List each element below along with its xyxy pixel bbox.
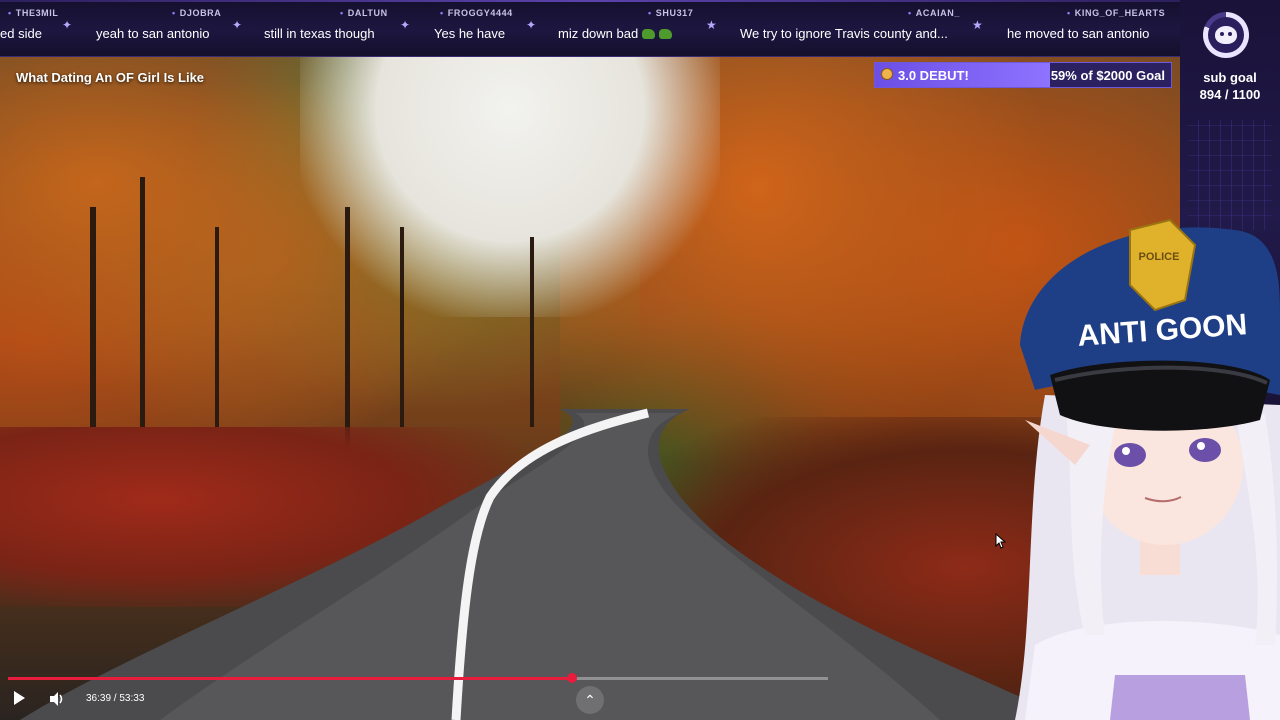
star-icon: ★ bbox=[972, 18, 983, 32]
chat-ticker: THE3MIL ed side ✦ DJOBRA yeah to san ant… bbox=[0, 0, 1180, 57]
chat-username: DJOBRA bbox=[172, 8, 221, 18]
chevron-up-icon[interactable]: ⌃ bbox=[576, 686, 604, 714]
star-icon: ★ bbox=[706, 18, 717, 32]
video-progress-bar[interactable] bbox=[8, 673, 828, 683]
chat-username: ACAIAN_ bbox=[908, 8, 960, 18]
vtuber-avatar: POLICE ANTI GOON bbox=[1015, 218, 1280, 720]
separator-icon: ✦ bbox=[232, 18, 243, 32]
volume-icon[interactable] bbox=[48, 690, 66, 708]
separator-icon: ✦ bbox=[62, 18, 73, 32]
play-icon[interactable] bbox=[14, 691, 25, 705]
chat-text: he moved to san antonio bbox=[1007, 26, 1150, 41]
sub-goal-label: sub goal bbox=[1203, 70, 1257, 85]
video-progress-fill bbox=[8, 677, 573, 680]
separator-icon: ✦ bbox=[526, 18, 537, 32]
video-title: What Dating An OF Girl Is Like bbox=[16, 70, 205, 85]
debut-goal-text: 59% of $2000 Goal bbox=[1050, 68, 1165, 83]
chat-text: yeah to san antonio bbox=[96, 26, 210, 41]
chat-username: SHU317 bbox=[648, 8, 693, 18]
chat-username: DALTUN bbox=[340, 8, 388, 18]
road bbox=[20, 408, 1070, 720]
sub-goal-count: 894 / 1100 bbox=[1199, 87, 1261, 102]
debut-goal-bar: 3.0 DEBUT! 59% of $2000 Goal bbox=[874, 62, 1172, 88]
sub-goal-icon bbox=[1203, 12, 1249, 58]
chat-text: miz down bad bbox=[558, 26, 673, 41]
cursor-icon bbox=[995, 533, 1007, 549]
chat-username: THE3MIL bbox=[8, 8, 58, 18]
frog-emote-icon bbox=[659, 29, 673, 39]
coin-icon bbox=[881, 68, 893, 80]
chat-text: Yes he have bbox=[434, 26, 506, 41]
chat-text: still in texas though bbox=[264, 26, 375, 41]
debut-label: 3.0 DEBUT! bbox=[898, 68, 969, 83]
video-player[interactable] bbox=[0, 57, 1180, 720]
separator-icon: ✦ bbox=[400, 18, 411, 32]
chat-text: ed side bbox=[0, 26, 42, 41]
chat-text: We try to ignore Travis county and... bbox=[740, 26, 948, 41]
frog-emote-icon bbox=[642, 29, 656, 39]
video-time: 36:39 / 53:33 bbox=[86, 693, 145, 704]
police-badge-text: POLICE bbox=[1139, 251, 1180, 263]
chat-username: FROGGY4444 bbox=[440, 8, 513, 18]
chat-username: KING_OF_HEARTS bbox=[1067, 8, 1165, 18]
